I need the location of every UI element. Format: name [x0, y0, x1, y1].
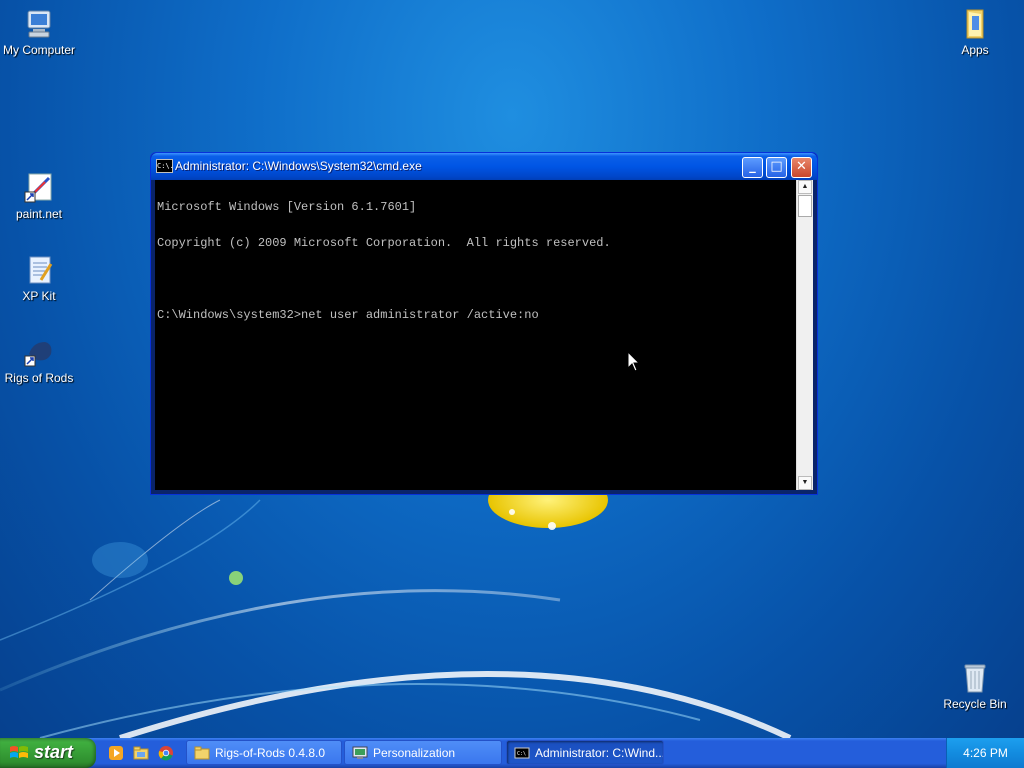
display-icon: [352, 746, 368, 759]
console-output[interactable]: Microsoft Windows [Version 6.1.7601] Cop…: [157, 177, 795, 345]
taskbar-button-label: Rigs-of-Rods 0.4.8.0: [215, 746, 326, 760]
chrome-icon[interactable]: [158, 745, 174, 761]
desktop-icon-label: My Computer: [2, 43, 76, 57]
desktop-icon-label: Apps: [961, 43, 989, 57]
windows-flag-icon: [10, 746, 28, 758]
minimize-button[interactable]: _: [742, 157, 763, 178]
taskbar-button-personalization[interactable]: Personalization: [344, 740, 502, 765]
svg-text:C:\: C:\: [517, 751, 526, 757]
system-tray: 4:26 PM: [946, 738, 1024, 768]
desktop-icon-label: Recycle Bin: [943, 697, 1007, 711]
taskbar-button-cmd[interactable]: C:\ Administrator: C:\Wind...: [506, 740, 664, 765]
start-button[interactable]: start: [0, 738, 96, 768]
recycle-bin-icon: [964, 664, 986, 693]
scrollbar-thumb[interactable]: [798, 195, 812, 217]
console-line: Copyright (c) 2009 Microsoft Corporation…: [157, 236, 611, 250]
scroll-down-arrow-icon[interactable]: ▼: [798, 476, 812, 490]
cmd-window[interactable]: C:\. Administrator: C:\Windows\System32\…: [150, 152, 818, 495]
desktop-icon-label: Rigs of Rods: [4, 371, 74, 385]
console-line: C:\Windows\system32>net user administrat…: [157, 308, 539, 322]
desktop-icon-my-computer[interactable]: My Computer: [0, 8, 81, 57]
maximize-button[interactable]: □: [766, 157, 787, 178]
media-player-icon[interactable]: [108, 745, 124, 761]
cmd-icon: C:\.: [156, 159, 174, 173]
taskbar-button-rigs-of-rods[interactable]: Rigs-of-Rods 0.4.8.0: [186, 740, 342, 765]
desktop-icon-recycle-bin[interactable]: Recycle Bin: [933, 662, 1017, 711]
close-button[interactable]: ✕: [791, 157, 812, 178]
scroll-up-arrow-icon[interactable]: ▲: [798, 180, 812, 194]
rigs-of-rods-icon: [24, 342, 52, 367]
window-title: Administrator: C:\Windows\System32\cmd.e…: [175, 159, 422, 173]
mouse-cursor-icon: [627, 351, 641, 372]
explorer-icon[interactable]: [133, 745, 149, 761]
taskbar: start Rigs-of-Rods 0.4.8.0 Personalizati…: [0, 738, 1024, 768]
desktop-icon-label: paint.net: [15, 207, 63, 221]
desktop-icon-apps[interactable]: Apps: [933, 8, 1017, 57]
clock[interactable]: 4:26 PM: [947, 746, 1024, 760]
computer-icon: [27, 10, 51, 38]
folder-icon: [966, 9, 984, 39]
folder-icon: [194, 746, 210, 760]
desktop-icon-label: XP Kit: [22, 289, 56, 303]
vertical-scrollbar[interactable]: ▲ ▼: [796, 180, 813, 490]
desktop-icon-rigs-of-rods[interactable]: Rigs of Rods: [0, 336, 81, 385]
cmd-icon: C:\: [514, 747, 530, 759]
taskbar-button-label: Personalization: [373, 746, 456, 760]
desktop-icon-paint-net[interactable]: paint.net: [0, 172, 81, 221]
desktop-icon-xp-kit[interactable]: XP Kit: [0, 254, 81, 303]
cmd-title-bar[interactable]: C:\. Administrator: C:\Windows\System32\…: [151, 153, 817, 180]
paint-net-icon: [24, 173, 52, 203]
start-label: start: [34, 742, 74, 762]
notepad-icon: [29, 256, 53, 284]
console-area[interactable]: Microsoft Windows [Version 6.1.7601] Cop…: [155, 180, 813, 490]
taskbar-button-label: Administrator: C:\Wind...: [535, 746, 664, 760]
console-line: Microsoft Windows [Version 6.1.7601]: [157, 200, 417, 214]
